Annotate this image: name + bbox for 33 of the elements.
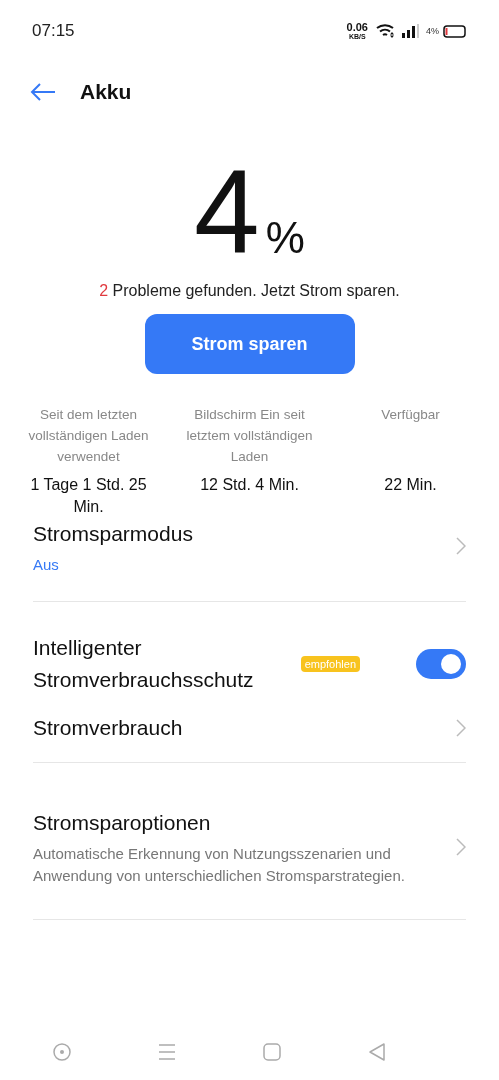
setting-value: Aus	[33, 556, 60, 573]
network-speed: 0.06	[346, 22, 368, 33]
recommended-badge: empfohlen	[300, 656, 360, 672]
back-triangle-icon[interactable]	[366, 1042, 387, 1062]
battery-icon	[443, 24, 467, 38]
wifi-icon	[376, 23, 396, 39]
setting-title: Intelligenter Stromverbrauchsschutz	[33, 635, 255, 693]
page-title: Akku	[80, 80, 132, 104]
chevron-right-icon	[456, 838, 466, 856]
stat-value: 1 Tage 1 Std. 25 Min.	[29, 475, 148, 517]
setting-description: Automatische Erkennung von Nutzungsszenarien und Anwendung von unterschiedlichen Stromsparstrategien.	[33, 844, 406, 886]
percent-sign: %	[265, 216, 305, 260]
chevron-right-icon	[456, 536, 466, 555]
save-power-button[interactable]: Strom sparen	[144, 314, 355, 374]
circle-dot-icon[interactable]	[52, 1042, 73, 1062]
stat-label: Bildschirm Ein seit letztem vollständigen Laden	[185, 406, 314, 466]
stat-value: 22 Min.	[383, 475, 438, 495]
problems-message: 2 Probleme gefunden. Jetzt Strom sparen.	[98, 282, 401, 300]
setting-title: Stromsparmodus	[33, 521, 194, 547]
back-arrow-icon[interactable]	[30, 82, 56, 102]
battery-level-value: 4	[194, 160, 260, 264]
signal-icon	[402, 24, 420, 38]
setting-title: Stromverbrauch	[33, 715, 184, 741]
setting-title: Stromsparoptionen	[33, 810, 212, 836]
stat-label: Seit dem letzten vollständigen Laden verwendet	[27, 406, 150, 466]
stat-value: 12 Std. 4 Min.	[199, 475, 300, 495]
home-square-icon[interactable]	[261, 1042, 282, 1062]
menu-icon[interactable]	[157, 1042, 178, 1062]
stat-label: Verfügbar	[380, 406, 441, 424]
battery-percent: 4%	[426, 26, 439, 36]
chevron-right-icon	[456, 719, 466, 737]
toggle-switch[interactable]	[416, 649, 466, 679]
status-time: 07:15	[32, 21, 75, 41]
